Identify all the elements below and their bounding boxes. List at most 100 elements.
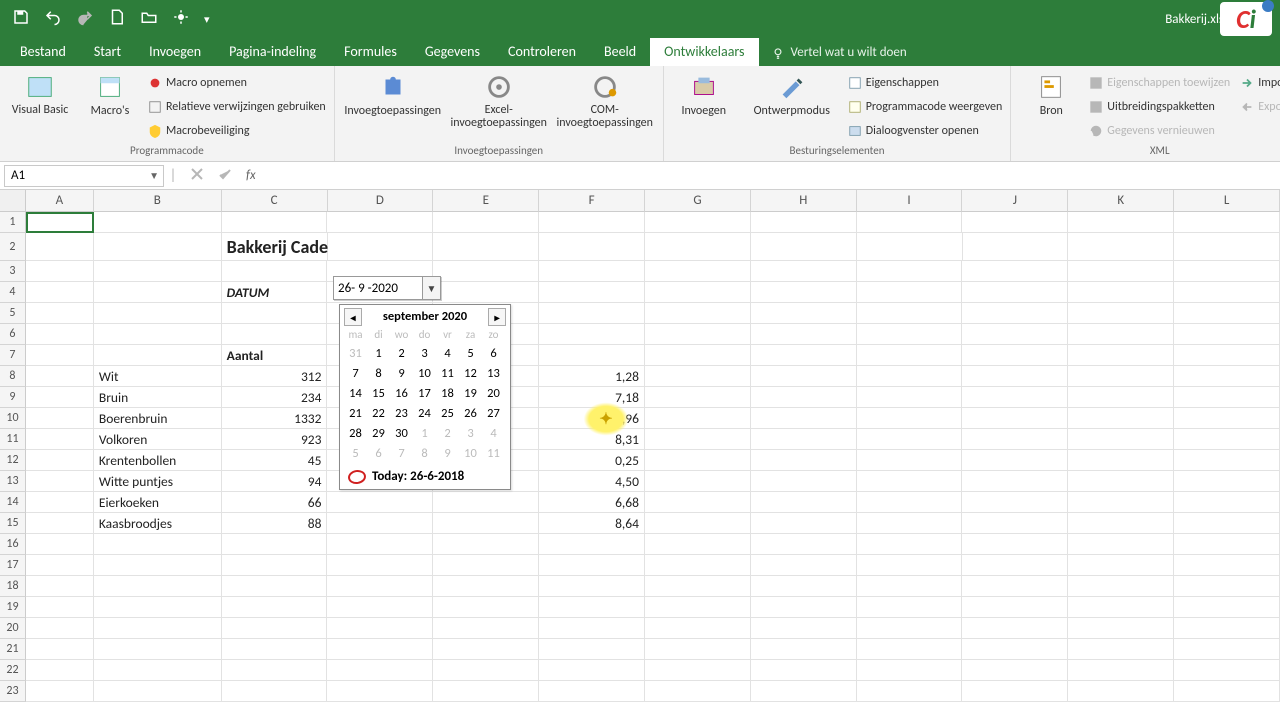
cell[interactable] (327, 639, 433, 660)
cell[interactable] (645, 303, 751, 324)
cell[interactable] (222, 618, 328, 639)
date-picker-control[interactable]: 26- 9 -2020 ▼ (333, 276, 441, 300)
calendar-day[interactable]: 10 (459, 443, 482, 463)
cell[interactable] (539, 282, 645, 303)
cell[interactable] (962, 576, 1068, 597)
cell[interactable] (962, 471, 1068, 492)
cell[interactable] (1068, 471, 1174, 492)
row-header[interactable]: 5 (0, 303, 26, 324)
cell[interactable]: 1332 (222, 408, 328, 429)
row-header[interactable]: 17 (0, 555, 26, 576)
cell[interactable] (94, 576, 222, 597)
cell[interactable] (857, 408, 963, 429)
cell[interactable] (26, 429, 94, 450)
cell[interactable] (751, 681, 857, 702)
tab-start[interactable]: Start (80, 38, 135, 66)
cell[interactable] (26, 387, 94, 408)
cell[interactable] (94, 534, 222, 555)
cell[interactable] (962, 660, 1068, 681)
cell[interactable] (751, 534, 857, 555)
cell[interactable]: Eierkoeken (94, 492, 222, 513)
properties-button[interactable]: Eigenschappen (848, 72, 1003, 93)
calendar-day[interactable]: 13 (482, 363, 505, 383)
cell[interactable] (1068, 345, 1174, 366)
cell[interactable] (1068, 303, 1174, 324)
cell[interactable] (645, 387, 751, 408)
calendar-day[interactable]: 8 (413, 443, 436, 463)
cell[interactable] (539, 576, 645, 597)
cell[interactable] (751, 492, 857, 513)
cell[interactable] (857, 387, 963, 408)
cell[interactable] (645, 639, 751, 660)
row-header[interactable]: 19 (0, 597, 26, 618)
cell[interactable] (1174, 345, 1280, 366)
cell[interactable] (962, 261, 1068, 282)
macro-security-button[interactable]: Macrobeveiliging (148, 120, 326, 141)
cell[interactable] (222, 660, 328, 681)
cell[interactable] (751, 639, 857, 660)
cell[interactable]: Volkoren (94, 429, 222, 450)
row-header[interactable]: 16 (0, 534, 26, 555)
cell[interactable] (857, 639, 963, 660)
cell[interactable] (962, 450, 1068, 471)
cell[interactable] (1068, 282, 1174, 303)
calendar-day[interactable]: 20 (482, 383, 505, 403)
cell[interactable] (26, 345, 94, 366)
cell[interactable] (26, 408, 94, 429)
fx-icon[interactable]: fx (246, 168, 256, 183)
touch-mode-icon[interactable] (172, 8, 190, 30)
cell[interactable] (539, 345, 645, 366)
cell[interactable] (94, 261, 222, 282)
cell[interactable] (645, 324, 751, 345)
col-header-C[interactable]: C (222, 190, 328, 212)
cell[interactable] (857, 303, 963, 324)
cell[interactable]: 234 (222, 387, 328, 408)
cell[interactable] (94, 660, 222, 681)
qat-more-icon[interactable]: ▾ (204, 13, 210, 26)
cell[interactable] (433, 555, 539, 576)
column-headers[interactable]: ABCDEFGHIJKL (26, 190, 1280, 212)
cell[interactable] (327, 534, 433, 555)
cell[interactable] (327, 597, 433, 618)
cell[interactable] (327, 492, 433, 513)
cell[interactable] (1068, 681, 1174, 702)
cell[interactable] (1174, 212, 1280, 233)
import-xml-button[interactable]: Impoi (1240, 72, 1280, 93)
cell[interactable] (1174, 618, 1280, 639)
col-header-L[interactable]: L (1174, 190, 1280, 212)
cell[interactable] (751, 450, 857, 471)
cell[interactable] (539, 534, 645, 555)
cell[interactable] (94, 597, 222, 618)
col-header-D[interactable]: D (328, 190, 434, 212)
spreadsheet-grid[interactable]: ABCDEFGHIJKL 12Bakkerij Cadet Omzet34DAT… (0, 190, 1280, 702)
cell[interactable] (433, 576, 539, 597)
cell[interactable] (962, 212, 1068, 233)
select-all-corner[interactable] (0, 190, 26, 212)
cell[interactable] (539, 555, 645, 576)
cell[interactable] (26, 212, 94, 233)
cell[interactable] (222, 324, 328, 345)
cell[interactable] (857, 282, 963, 303)
cell[interactable] (26, 282, 94, 303)
cell[interactable] (433, 261, 539, 282)
cell[interactable] (645, 576, 751, 597)
cell[interactable] (645, 408, 751, 429)
macros-button[interactable]: Macro's (78, 70, 142, 118)
cell[interactable] (222, 639, 328, 660)
cell[interactable]: 66 (222, 492, 328, 513)
tab-file[interactable]: Bestand (6, 38, 80, 66)
cell[interactable] (751, 345, 857, 366)
cell[interactable]: Bakkerij Cadet Omzet (222, 233, 328, 261)
cell[interactable] (645, 618, 751, 639)
cell[interactable]: 6,68 (539, 492, 645, 513)
cell[interactable]: 45 (222, 450, 328, 471)
tab-formulas[interactable]: Formules (330, 38, 411, 66)
cell[interactable] (94, 681, 222, 702)
cell[interactable] (751, 387, 857, 408)
calendar-day[interactable]: 1 (413, 423, 436, 443)
cell[interactable] (222, 534, 328, 555)
cell[interactable] (645, 471, 751, 492)
row-header[interactable]: 1 (0, 212, 26, 233)
cell[interactable] (26, 366, 94, 387)
cell[interactable] (857, 429, 963, 450)
